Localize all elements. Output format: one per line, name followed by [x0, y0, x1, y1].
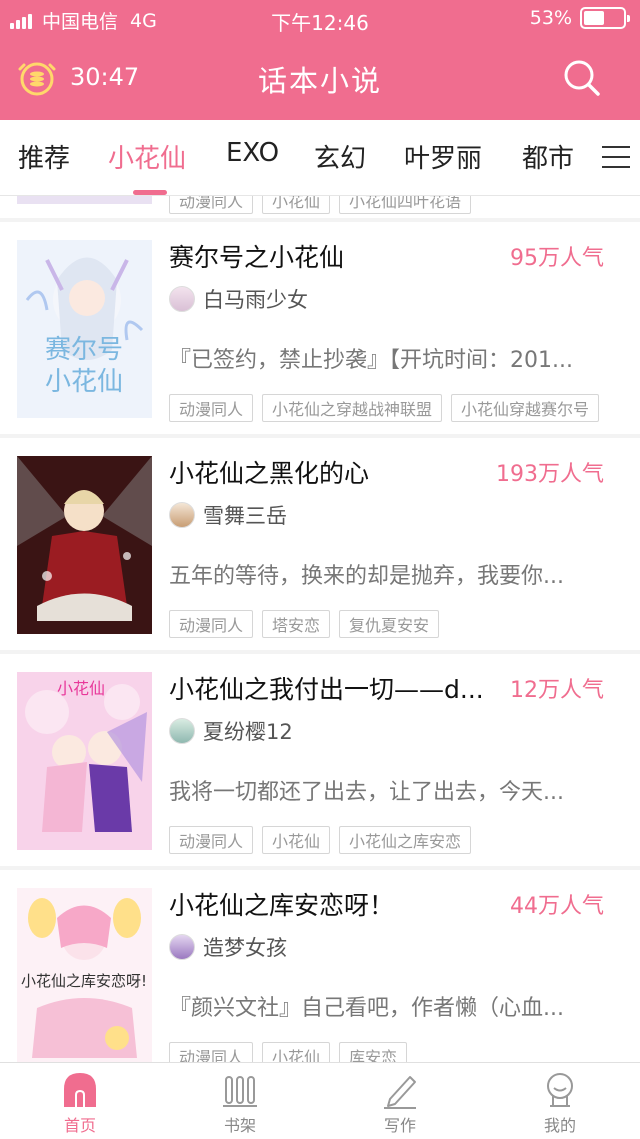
list-item[interactable]: 小花仙 小花仙之我付出一切——d... 12万人气 夏纷樱12 我将一切都还了出… — [0, 654, 640, 866]
author-name: 白马雨少女 — [203, 288, 308, 312]
book-description: 『已签约，禁止抄袭』【开坑时间：201... — [169, 348, 573, 373]
author[interactable]: 雪舞三岳 — [169, 500, 287, 530]
app-header: 中国电信 4G 下午12:46 53% 30:47 话本小说 — [0, 0, 640, 120]
tab-xuanhuan[interactable]: 玄幻 — [314, 138, 366, 175]
nav-label: 首页 — [63, 1116, 96, 1135]
title-bar: 30:47 话本小说 — [0, 38, 640, 120]
author-name: 造梦女孩 — [203, 936, 287, 960]
category-tabs: 推荐 小花仙 EXO 玄幻 叶罗丽 都市 — [0, 120, 640, 196]
nav-write[interactable]: 写作 — [320, 1063, 480, 1139]
battery-fill — [584, 11, 605, 25]
book-cover — [17, 456, 152, 634]
popularity-count: 95万人气 — [510, 246, 604, 271]
author[interactable]: 造梦女孩 — [169, 932, 287, 962]
tag[interactable]: 动漫同人 — [169, 1042, 254, 1062]
tab-dushi[interactable]: 都市 — [522, 138, 574, 175]
popularity-count: 12万人气 — [510, 678, 604, 703]
svg-text:赛尔号: 赛尔号 — [45, 335, 123, 365]
battery-percent: 53% — [529, 7, 572, 29]
tag-list: 动漫同人 塔安恋 复仇夏安安 — [169, 610, 448, 638]
tag[interactable]: 动漫同人 — [169, 610, 254, 638]
author-name: 夏纷樱12 — [203, 720, 293, 744]
profile-icon — [542, 1071, 578, 1109]
list-item-partial[interactable]: 动漫同人 小花仙 小花仙四叶花语 — [0, 196, 640, 218]
tag[interactable]: 小花仙穿越赛尔号 — [451, 394, 600, 422]
popularity-count: 44万人气 — [510, 894, 604, 919]
tag[interactable]: 库安恋 — [339, 1042, 408, 1062]
app-title: 话本小说 — [257, 64, 382, 98]
book-cover: 小花仙 — [17, 672, 152, 850]
book-cover: 赛尔号 小花仙 — [17, 240, 152, 418]
nav-home[interactable]: 首页 — [0, 1063, 160, 1139]
tag[interactable]: 小花仙之穿越战神联盟 — [262, 394, 443, 422]
book-description: 『颜兴文社』自己看吧，作者懒（心血... — [169, 996, 564, 1021]
list-item[interactable]: 小花仙之黑化的心 193万人气 雪舞三岳 五年的等待，换来的却是抛弃，我要你..… — [0, 438, 640, 650]
book-list[interactable]: 动漫同人 小花仙 小花仙四叶花语 赛尔号 小花仙 赛尔号之小花仙 95万人气 白… — [0, 196, 640, 1062]
tab-yeluoli[interactable]: 叶罗丽 — [404, 138, 482, 175]
tag[interactable]: 小花仙 — [262, 196, 331, 214]
tag[interactable]: 小花仙之库安恋 — [339, 826, 472, 854]
tag[interactable]: 小花仙 — [262, 826, 331, 854]
tag-list: 动漫同人 小花仙 库安恋 — [169, 1042, 416, 1062]
author-name: 雪舞三岳 — [203, 504, 287, 528]
tag-list: 动漫同人 小花仙 小花仙之库安恋 — [169, 826, 480, 854]
book-cover — [17, 196, 152, 204]
book-description: 我将一切都还了出去，让了出去，今天... — [169, 780, 564, 805]
status-bar: 中国电信 4G 下午12:46 53% — [0, 0, 640, 38]
tag[interactable]: 小花仙四叶花语 — [339, 196, 472, 214]
avatar — [169, 286, 195, 312]
book-cover: 小花仙之库安恋呀! — [17, 888, 152, 1062]
tab-recommend[interactable]: 推荐 — [18, 138, 70, 175]
nav-profile[interactable]: 我的 — [480, 1063, 640, 1139]
status-right: 53% — [529, 7, 630, 29]
tag[interactable]: 动漫同人 — [169, 196, 254, 214]
tag[interactable]: 塔安恋 — [262, 610, 331, 638]
book-title[interactable]: 小花仙之库安恋呀！ — [169, 886, 499, 922]
book-title[interactable]: 赛尔号之小花仙 — [169, 238, 499, 274]
bottom-nav: 首页 书架 写作 我的 — [0, 1062, 640, 1139]
pen-icon — [382, 1071, 418, 1109]
home-icon — [62, 1071, 98, 1109]
tag[interactable]: 动漫同人 — [169, 394, 254, 422]
nav-label: 书架 — [223, 1116, 256, 1135]
search-icon[interactable] — [560, 56, 604, 100]
avatar — [169, 934, 195, 960]
menu-icon[interactable] — [602, 146, 630, 170]
book-title[interactable]: 小花仙之黑化的心 — [169, 454, 499, 490]
svg-text:小花仙之库安恋呀!: 小花仙之库安恋呀! — [21, 972, 147, 990]
author[interactable]: 白马雨少女 — [169, 284, 308, 314]
tag[interactable]: 复仇夏安安 — [339, 610, 440, 638]
tag[interactable]: 动漫同人 — [169, 826, 254, 854]
avatar — [169, 502, 195, 528]
battery-icon — [580, 7, 630, 29]
avatar — [169, 718, 195, 744]
svg-text:小花仙: 小花仙 — [57, 679, 105, 698]
tab-xiaohuaxian[interactable]: 小花仙 — [108, 138, 186, 175]
book-description: 五年的等待，换来的却是抛弃，我要你... — [169, 564, 564, 589]
nav-bookshelf[interactable]: 书架 — [160, 1063, 320, 1139]
nav-label: 我的 — [543, 1116, 576, 1135]
tab-exo[interactable]: EXO — [226, 138, 279, 168]
list-item[interactable]: 小花仙之库安恋呀! 小花仙之库安恋呀！ 44万人气 造梦女孩 『颜兴文社』自己看… — [0, 870, 640, 1062]
tag[interactable]: 小花仙 — [262, 1042, 331, 1062]
book-title[interactable]: 小花仙之我付出一切——d... — [169, 670, 499, 706]
nav-label: 写作 — [383, 1116, 416, 1135]
list-item[interactable]: 赛尔号 小花仙 赛尔号之小花仙 95万人气 白马雨少女 『已签约，禁止抄袭』【开… — [0, 222, 640, 434]
active-tab-indicator — [133, 190, 167, 195]
author[interactable]: 夏纷樱12 — [169, 716, 293, 746]
bookshelf-icon — [222, 1071, 258, 1109]
tag-list: 动漫同人 小花仙之穿越战神联盟 小花仙穿越赛尔号 — [169, 394, 608, 422]
svg-text:小花仙: 小花仙 — [45, 367, 123, 397]
popularity-count: 193万人气 — [496, 462, 604, 487]
